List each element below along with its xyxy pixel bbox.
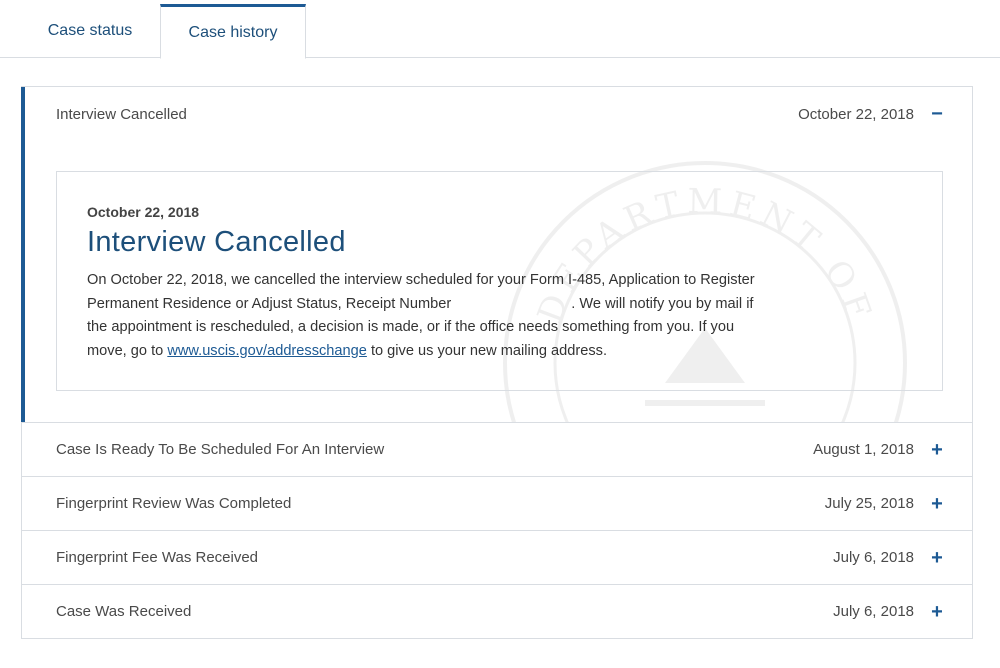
history-item-header[interactable]: Interview Cancelled October 22, 2018 −: [25, 87, 972, 141]
history-item-date: October 22, 2018: [798, 105, 914, 123]
tab-case-history[interactable]: Case history: [160, 4, 306, 59]
expand-icon[interactable]: +: [930, 440, 944, 460]
history-item-date: July 25, 2018: [824, 495, 914, 512]
history-item-date: July 6, 2018: [833, 549, 914, 566]
detail-body: On October 22, 2018, we cancelled the in…: [87, 269, 777, 363]
tab-case-status[interactable]: Case status: [20, 4, 160, 58]
detail-body-text-3: to give us your new mailing address.: [370, 342, 608, 359]
history-item-header[interactable]: Case Is Ready To Be Scheduled For An Int…: [22, 423, 972, 476]
history-item[interactable]: Case Was Received July 6, 2018 +: [22, 584, 972, 638]
history-item[interactable]: Case Is Ready To Be Scheduled For An Int…: [22, 422, 972, 476]
history-item-header[interactable]: Case Was Received July 6, 2018 +: [22, 585, 972, 638]
expand-icon[interactable]: +: [930, 602, 944, 622]
history-item-date: July 6, 2018: [833, 603, 914, 620]
history-item-header[interactable]: Fingerprint Fee Was Received July 6, 201…: [22, 531, 972, 584]
address-change-link[interactable]: www.uscis.gov/addresschange: [167, 343, 367, 359]
expand-icon[interactable]: +: [930, 494, 944, 514]
case-detail-box: October 22, 2018 Interview Cancelled On …: [56, 171, 943, 391]
case-history-accordion: Interview Cancelled October 22, 2018 − D…: [21, 86, 973, 639]
detail-date: October 22, 2018: [87, 204, 200, 220]
collapse-icon[interactable]: −: [930, 104, 944, 124]
history-detail-panel: DEPARTMENT OF October 22, 2018 Interview…: [25, 141, 972, 422]
case-tabs: Case status Case history: [0, 0, 1000, 59]
expand-icon[interactable]: +: [930, 548, 944, 568]
detail-heading: Interview Cancelled: [87, 226, 346, 258]
history-item[interactable]: Fingerprint Review Was Completed July 25…: [22, 476, 972, 530]
history-item-expanded: Interview Cancelled October 22, 2018 − D…: [21, 87, 972, 422]
history-item[interactable]: Fingerprint Fee Was Received July 6, 201…: [22, 530, 972, 584]
history-item-header[interactable]: Fingerprint Review Was Completed July 25…: [22, 477, 972, 530]
history-item-date: August 1, 2018: [813, 441, 914, 458]
